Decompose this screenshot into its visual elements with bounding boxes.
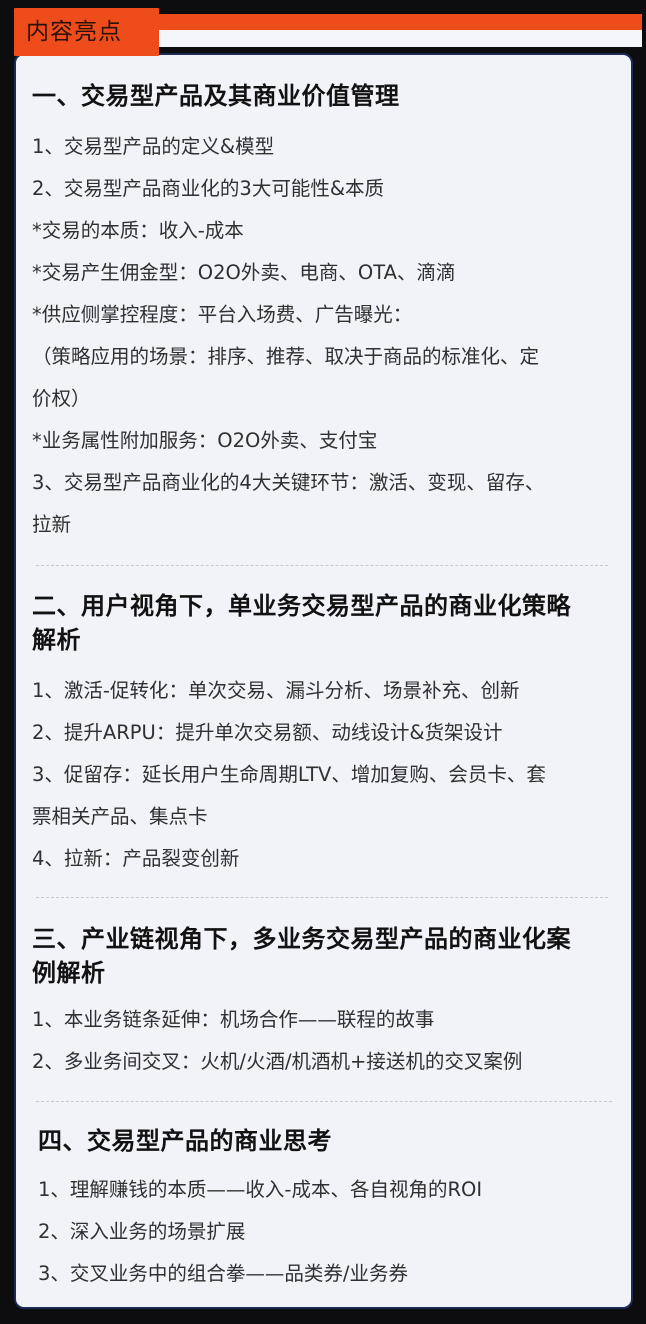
header-tab: 内容亮点	[14, 8, 159, 56]
section-2-item: 2、提升ARPU：提升单次交易额、动线设计&货架设计	[32, 721, 503, 744]
section-3-heading: 三、产业链视角下，多业务交易型产品的商业化案	[32, 925, 571, 953]
section-1-heading: 一、交易型产品及其商业价值管理	[32, 82, 400, 110]
section-4-heading: 四、交易型产品的商业思考	[38, 1127, 332, 1155]
section-4-item: 1、理解赚钱的本质——收入-成本、各自视角的ROI	[38, 1178, 483, 1201]
section-2-item: 3、促留存：延长用户生命周期LTV、增加复购、会员卡、套	[32, 763, 546, 786]
section-3-item: 1、本业务链条延伸：机场合作——联程的故事	[32, 1008, 435, 1031]
section-1-item: 价权）	[32, 387, 91, 410]
section-1-item: 2、交易型产品商业化的3大可能性&本质	[32, 177, 385, 200]
header-accent-bar	[150, 14, 642, 30]
section-2-item: 4、拉新：产品裂变创新	[32, 847, 240, 870]
section-2-item: 票相关产品、集点卡	[32, 805, 208, 828]
section-4-item: 2、深入业务的场景扩展	[38, 1220, 246, 1243]
section-3-heading-cont: 例解析	[32, 959, 106, 987]
header-tab-label: 内容亮点	[26, 19, 122, 45]
section-2-item: 1、激活-促转化：单次交易、漏斗分析、场景补充、创新	[32, 679, 520, 702]
section-1-item: 3、交易型产品商业化的4大关键环节：激活、变现、留存、	[32, 471, 545, 494]
section-1-item: 1、交易型产品的定义&模型	[32, 135, 275, 158]
section-divider	[36, 565, 608, 566]
section-divider	[36, 1101, 612, 1102]
section-3-item: 2、多业务间交叉：火机/火酒/机酒机+接送机的交叉案例	[32, 1050, 523, 1073]
page: 内容亮点 一、交易型产品及其商业价值管理 1、交易型产品的定义&模型 2、交易型…	[0, 0, 646, 1324]
section-1-item: （策略应用的场景：排序、推荐、取决于商品的标准化、定	[32, 345, 540, 368]
section-2-heading-cont: 解析	[32, 626, 81, 654]
section-1-item: *交易的本质：收入-成本	[32, 219, 244, 242]
section-1-item: *供应侧掌控程度：平台入场费、广告曝光：	[32, 303, 413, 326]
section-4-item: 3、交叉业务中的组合拳——品类券/业务券	[38, 1262, 408, 1285]
section-divider	[36, 897, 608, 898]
content-card: 一、交易型产品及其商业价值管理 1、交易型产品的定义&模型 2、交易型产品商业化…	[14, 53, 633, 1309]
section-2-heading: 二、用户视角下，单业务交易型产品的商业化策略	[32, 592, 571, 620]
section-1-item: 拉新	[32, 513, 72, 536]
section-1-item: *交易产生佣金型：O2O外卖、电商、OTA、滴滴	[32, 261, 456, 284]
header-white-strip	[159, 30, 642, 47]
section-1-item: *业务属性附加服务：O2O外卖、支付宝	[32, 429, 378, 452]
